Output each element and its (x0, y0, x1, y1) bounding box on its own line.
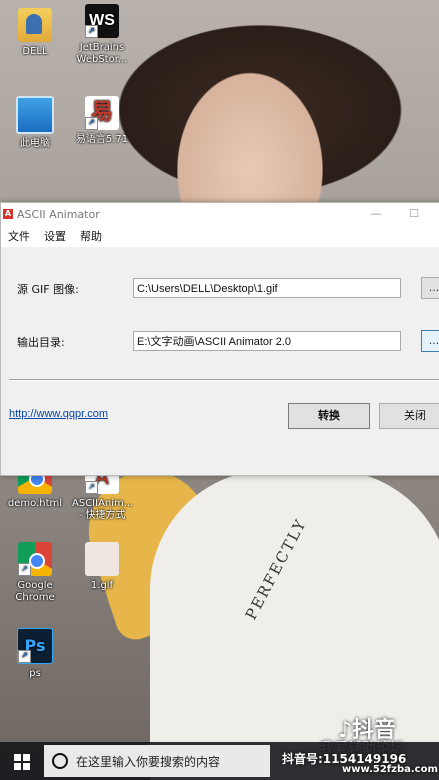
yiyuyan-icon: 易 ↗ (85, 96, 119, 130)
website-link[interactable]: http://www.qqpr.com (9, 408, 108, 420)
app-icon: A (3, 209, 13, 219)
output-dir-input[interactable]: E:\文字动画\ASCII Animator 2.0 (133, 331, 401, 351)
convert-button[interactable]: 转换 (288, 403, 370, 429)
webstorm-icon: WS ↗ (85, 4, 119, 38)
site-watermark: www.52fzba.com (342, 764, 438, 775)
browse-source-button[interactable]: ... (421, 277, 439, 299)
taskbar-search-box[interactable]: 在这里输入你要搜索的内容 (44, 745, 270, 777)
desktop-icon-chrome[interactable]: ↗ Google Chrome (5, 542, 65, 604)
maximize-button[interactable]: ☐ (399, 203, 429, 225)
desktop-icon-dell[interactable]: DELL (5, 8, 65, 58)
photoshop-icon: Ps ↗ (17, 628, 53, 664)
menu-file[interactable]: 文件 (3, 228, 39, 244)
chrome-icon: ↗ (18, 542, 52, 576)
menu-settings[interactable]: 设置 (39, 228, 75, 244)
search-placeholder: 在这里输入你要搜索的内容 (76, 754, 221, 769)
ascii-animator-window: A ASCII Animator — ☐ 文件 设置 帮助 源 GIF 图像: … (0, 202, 439, 476)
title-bar[interactable]: A ASCII Animator — ☐ (1, 203, 439, 225)
desktop-icon-webstorm[interactable]: WS ↗ JetBrains WebStor... (72, 4, 132, 66)
desktop-icon-photoshop[interactable]: Ps ↗ ps (5, 628, 65, 680)
source-gif-input[interactable]: C:\Users\DELL\Desktop\1.gif (133, 278, 401, 298)
cortana-icon (52, 753, 68, 769)
output-dir-label: 输出目录: (17, 336, 65, 349)
computer-icon (16, 96, 54, 134)
menu-bar: 文件 设置 帮助 (1, 225, 439, 247)
divider (9, 379, 439, 381)
browse-output-button[interactable]: ... (421, 330, 439, 352)
desktop-icon-this-pc[interactable]: 此电脑 (5, 96, 65, 150)
windows-start-icon[interactable] (14, 754, 30, 770)
user-folder-icon (18, 8, 52, 42)
desktop-icon-yiyuyan[interactable]: 易 ↗ 易语言5.71 (72, 96, 132, 146)
minimize-button[interactable]: — (361, 203, 391, 225)
window-title: ASCII Animator (17, 207, 100, 221)
close-button[interactable]: 关闭 (379, 403, 439, 429)
source-gif-label: 源 GIF 图像: (17, 283, 79, 296)
menu-help[interactable]: 帮助 (75, 228, 111, 244)
desktop-icon-gif[interactable]: 1.gif (72, 542, 132, 592)
gif-file-icon (85, 542, 119, 576)
taskbar: 在这里输入你要搜索的内容 抖音号:1154149196 www.52fzba.c… (0, 742, 439, 780)
